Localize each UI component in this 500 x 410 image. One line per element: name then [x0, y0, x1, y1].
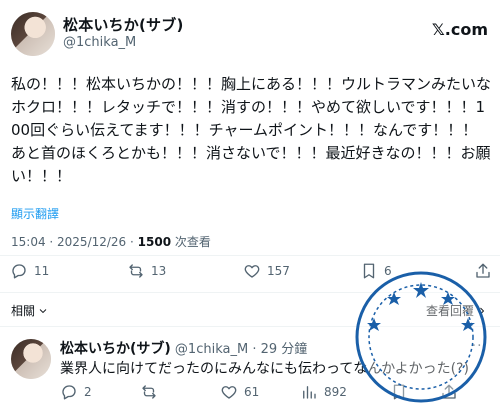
share-icon — [442, 384, 456, 399]
reply-icon — [62, 385, 76, 400]
more-icon[interactable]: ··· — [472, 338, 488, 354]
chevron-down-icon — [39, 308, 47, 313]
reply-handle-time[interactable]: @1chika_M · 29 分鐘 — [171, 342, 307, 357]
x-logo[interactable]: 𝕏.com — [432, 20, 488, 39]
reply-icon — [12, 264, 26, 279]
share-icon — [476, 263, 490, 278]
views-icon — [303, 386, 316, 399]
views-count: 1500 — [137, 235, 172, 249]
like-button[interactable]: 157 — [243, 262, 290, 280]
divider — [0, 326, 500, 327]
repost-button[interactable]: 13 — [127, 262, 166, 280]
reply-bookmark-button[interactable] — [390, 383, 408, 401]
reply-button[interactable]: 11 — [10, 262, 49, 280]
reply-avatar[interactable] — [11, 339, 51, 379]
reply-action-bar: 2 61 892 — [0, 383, 500, 405]
views-label: 次查看 — [171, 235, 211, 249]
reply-like-button[interactable]: 61 — [220, 383, 259, 401]
bookmark-count: 6 — [384, 264, 392, 278]
bookmark-icon — [393, 384, 405, 400]
divider — [0, 292, 500, 293]
repost-count: 13 — [151, 264, 167, 278]
related-filter[interactable]: 相關 — [11, 302, 49, 319]
reply-share-button[interactable] — [440, 383, 458, 401]
post-timestamp[interactable]: 15:04 · 2025/12/26 · — [11, 235, 138, 249]
like-count: 157 — [267, 264, 290, 278]
divider — [0, 255, 500, 256]
reply-views-count: 892 — [324, 385, 347, 399]
reply-like-count: 61 — [244, 385, 260, 399]
bookmark-button[interactable]: 6 — [360, 262, 392, 280]
author-display-name[interactable]: 松本いちか(サブ) — [63, 14, 184, 35]
view-replies-link[interactable]: 查看回覆 — [426, 302, 488, 319]
avatar-image — [11, 12, 55, 56]
avatar[interactable] — [11, 12, 55, 56]
reply-header: 松本いちか(サブ) @1chika_M · 29 分鐘 — [60, 338, 307, 358]
reply-views-button[interactable]: 892 — [300, 383, 347, 401]
reply-reply-count: 2 — [84, 385, 92, 399]
author-handle[interactable]: @1chika_M — [63, 35, 136, 50]
like-icon — [244, 265, 260, 278]
chevron-right-icon — [480, 307, 485, 314]
repost-icon — [129, 264, 143, 278]
translate-link[interactable]: 顯示翻譯 — [11, 205, 59, 222]
post-action-bar: 11 13 157 6 — [0, 262, 500, 284]
share-button[interactable] — [474, 262, 492, 280]
reply-text: 業界人に向けてだったのにみんなにも伝わってなんかよかった(?) — [60, 361, 469, 377]
repost-icon — [142, 385, 156, 399]
reply-reply-button[interactable]: 2 — [60, 383, 92, 401]
related-label: 相關 — [11, 304, 36, 318]
post-text: 私の！！！松本いちかの！！！胸上にある！！！ウルトラマンみたいなホクロ！！！レタ… — [11, 75, 492, 185]
reply-display-name[interactable]: 松本いちか(サブ) — [60, 341, 171, 357]
reply-repost-button[interactable] — [140, 383, 158, 401]
reply-count: 11 — [34, 264, 50, 278]
avatar-image — [11, 339, 51, 379]
bookmark-icon — [363, 263, 375, 279]
view-replies-label: 查看回覆 — [425, 304, 474, 318]
post-meta: 15:04 · 2025/12/26 · 1500 次查看 — [11, 233, 211, 250]
like-icon — [221, 386, 237, 399]
